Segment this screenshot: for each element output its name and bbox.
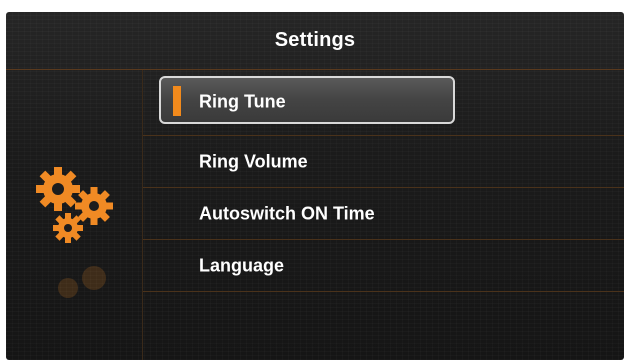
- page-title: Settings: [274, 29, 356, 51]
- menu-item-ring-volume[interactable]: Ring Volume: [143, 136, 624, 188]
- menu-item-label: Language: [199, 255, 285, 275]
- gears-reflection-icon: [58, 266, 106, 298]
- settings-screen: Settings Ring Tune Ring Volume Autoswitc…: [6, 12, 624, 360]
- title-bar: Settings: [6, 12, 624, 70]
- menu-item-ring-tune[interactable]: Ring Tune: [143, 70, 624, 136]
- menu-item-autoswitch-on-time[interactable]: Autoswitch ON Time: [143, 188, 624, 240]
- gears-icon: [36, 167, 113, 243]
- menu-item-label: Ring Volume: [199, 151, 308, 171]
- menu-item-language[interactable]: Language: [143, 240, 624, 292]
- menu-item-label: Autoswitch ON Time: [199, 203, 375, 223]
- settings-menu: Ring Tune Ring Volume Autoswitch ON Time…: [143, 70, 624, 360]
- selection-marker: [173, 86, 181, 116]
- menu-item-label: Ring Tune: [199, 91, 286, 112]
- sidebar: [6, 70, 143, 360]
